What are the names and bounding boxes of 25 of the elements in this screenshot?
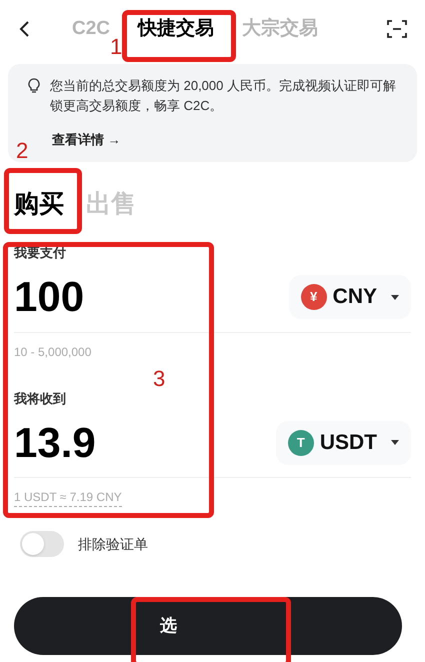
notice-text: 您当前的总交易额度为 20,000 人民币。完成视频认证即可解锁更高交易额度，畅享 C2C。 xyxy=(50,77,397,115)
amount-input[interactable]: 13.9 xyxy=(14,422,96,464)
lightbulb-icon xyxy=(28,78,40,94)
submit-button[interactable]: 选 xyxy=(14,597,402,655)
annotation-number: 3 xyxy=(153,368,166,390)
scan-icon[interactable] xyxy=(387,19,407,39)
caret-icon xyxy=(391,294,399,300)
caret-icon xyxy=(391,440,399,445)
amount-range: 10 - 5,000,000 xyxy=(14,344,92,360)
toggle-switch[interactable] xyxy=(20,531,64,557)
back-icon[interactable] xyxy=(18,20,30,38)
annotation-number: 2 xyxy=(16,140,28,162)
tab[interactable]: 快捷交易 xyxy=(138,14,214,44)
toggle-label: 排除验证单 xyxy=(78,534,148,554)
exchange-rate: 1 USDT ≈ 7.19 CNY xyxy=(14,488,122,507)
currency-selector[interactable]: ¥ CNY xyxy=(288,275,411,319)
details-link[interactable]: 查看详情 → xyxy=(52,130,397,150)
annotation-number: 1 xyxy=(110,36,122,58)
currency-icon: ¥ xyxy=(300,284,327,310)
currency-selector[interactable]: T USDT xyxy=(276,420,411,464)
amount-input[interactable]: 100 xyxy=(14,276,84,318)
field-label: 我要支付 xyxy=(14,244,67,262)
currency-icon: T xyxy=(288,430,314,456)
trade-tab[interactable]: 购买 xyxy=(14,186,64,223)
field-label: 我将收到 xyxy=(14,390,67,408)
